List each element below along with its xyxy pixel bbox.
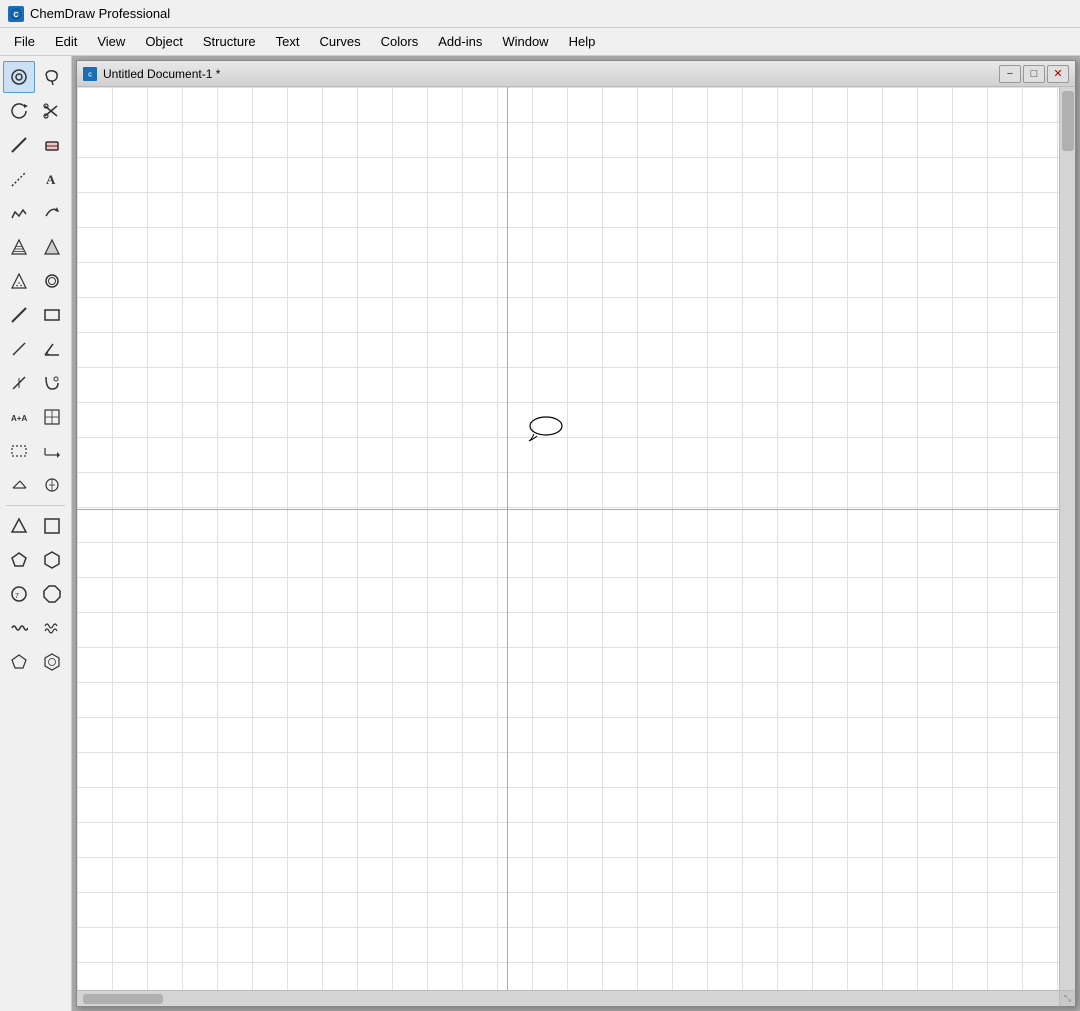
resize-text-tool[interactable]: A+A	[3, 401, 35, 433]
select-tool[interactable]	[3, 61, 35, 93]
app-icon: C	[8, 6, 24, 22]
doc-icon: C	[83, 67, 97, 81]
eraser-tool[interactable]	[37, 129, 69, 161]
menu-colors[interactable]: Colors	[371, 30, 429, 53]
menu-edit[interactable]: Edit	[45, 30, 87, 53]
menu-structure[interactable]: Structure	[193, 30, 266, 53]
text-tool[interactable]: A	[37, 163, 69, 195]
horizontal-scroll-thumb[interactable]	[83, 994, 163, 1004]
pentagon-tool[interactable]	[3, 544, 35, 576]
triangle-tool[interactable]	[3, 510, 35, 542]
wave2-tool[interactable]	[37, 612, 69, 644]
reaction-arrow-tool[interactable]	[37, 435, 69, 467]
doc-close-button[interactable]: ✕	[1047, 65, 1069, 83]
menu-file[interactable]: File	[4, 30, 45, 53]
scissors-tool[interactable]	[37, 95, 69, 127]
doc-title-left: C Untitled Document-1 *	[83, 67, 220, 81]
dot-hatch-tool[interactable]	[3, 265, 35, 297]
wave1-tool[interactable]	[3, 612, 35, 644]
menu-view[interactable]: View	[87, 30, 135, 53]
main-layout: A	[0, 56, 1080, 1011]
diagonal-bond-tool[interactable]	[3, 163, 35, 195]
drawn-shape	[526, 414, 571, 442]
horizontal-scrollbar[interactable]	[77, 991, 1059, 1006]
vertical-scroll-thumb[interactable]	[1062, 91, 1074, 151]
canvas-wrapper	[77, 87, 1075, 990]
menu-window[interactable]: Window	[492, 30, 558, 53]
svg-text:C: C	[13, 12, 18, 19]
vertical-scrollbar[interactable]	[1059, 87, 1075, 990]
left-toolbar: A	[0, 56, 72, 1011]
reaction-plus-tool[interactable]	[3, 469, 35, 501]
doc-titlebar: C Untitled Document-1 * − □ ✕	[77, 61, 1075, 87]
angle-tool[interactable]	[37, 333, 69, 365]
flask-tool[interactable]	[37, 469, 69, 501]
drawing-canvas[interactable]	[77, 87, 1059, 990]
rotate-tool[interactable]	[3, 95, 35, 127]
app-title-text: ChemDraw Professional	[30, 6, 170, 21]
plain-bond-tool[interactable]	[3, 333, 35, 365]
svg-text:C: C	[88, 72, 92, 78]
line-draw-tool[interactable]	[3, 299, 35, 331]
table-tool[interactable]	[37, 401, 69, 433]
title-bar: C ChemDraw Professional	[0, 0, 1080, 28]
doc-name-text: Untitled Document-1 *	[103, 67, 220, 81]
hex-ring-tool[interactable]	[37, 646, 69, 678]
doc-maximize-button[interactable]: □	[1023, 65, 1045, 83]
wedge-bond-tool[interactable]	[37, 231, 69, 263]
doc-window: C Untitled Document-1 * − □ ✕	[76, 60, 1076, 1007]
rect-draw-tool[interactable]	[37, 299, 69, 331]
ring-tool[interactable]	[37, 265, 69, 297]
svg-text:A: A	[46, 172, 56, 187]
menu-bar: File Edit View Object Structure Text Cur…	[0, 28, 1080, 56]
octagon-tool[interactable]	[37, 578, 69, 610]
square-shape-tool[interactable]	[37, 510, 69, 542]
pent-ring-tool[interactable]	[3, 646, 35, 678]
lasso-tool[interactable]	[37, 61, 69, 93]
menu-help[interactable]: Help	[559, 30, 606, 53]
bond-line-tool[interactable]	[3, 129, 35, 161]
scroll-corner: ⤡	[1059, 991, 1075, 1007]
atom-map-tool[interactable]	[37, 367, 69, 399]
doc-area: C Untitled Document-1 * − □ ✕	[72, 56, 1080, 1011]
horizontal-scrollbar-wrapper: ⤡	[77, 990, 1075, 1006]
menu-curves[interactable]: Curves	[309, 30, 370, 53]
chain-tool[interactable]	[3, 197, 35, 229]
svg-text:7: 7	[15, 593, 19, 600]
doc-minimize-button[interactable]: −	[999, 65, 1021, 83]
dotted-rect-tool[interactable]	[3, 435, 35, 467]
hatch-bond-tool[interactable]	[3, 231, 35, 263]
menu-text[interactable]: Text	[266, 30, 310, 53]
canvas-scroll[interactable]	[77, 87, 1059, 990]
doc-controls: − □ ✕	[999, 65, 1069, 83]
horizontal-axis	[77, 509, 1059, 510]
hexagon-tool[interactable]	[37, 544, 69, 576]
menu-object[interactable]: Object	[135, 30, 193, 53]
vertical-axis	[507, 87, 508, 990]
heptagon-tool[interactable]: 7	[3, 578, 35, 610]
menu-addins[interactable]: Add-ins	[428, 30, 492, 53]
bond-cross-tool[interactable]	[3, 367, 35, 399]
grid-background	[77, 87, 1059, 990]
arrow-tool[interactable]	[37, 197, 69, 229]
svg-text:A+A: A+A	[11, 414, 27, 423]
